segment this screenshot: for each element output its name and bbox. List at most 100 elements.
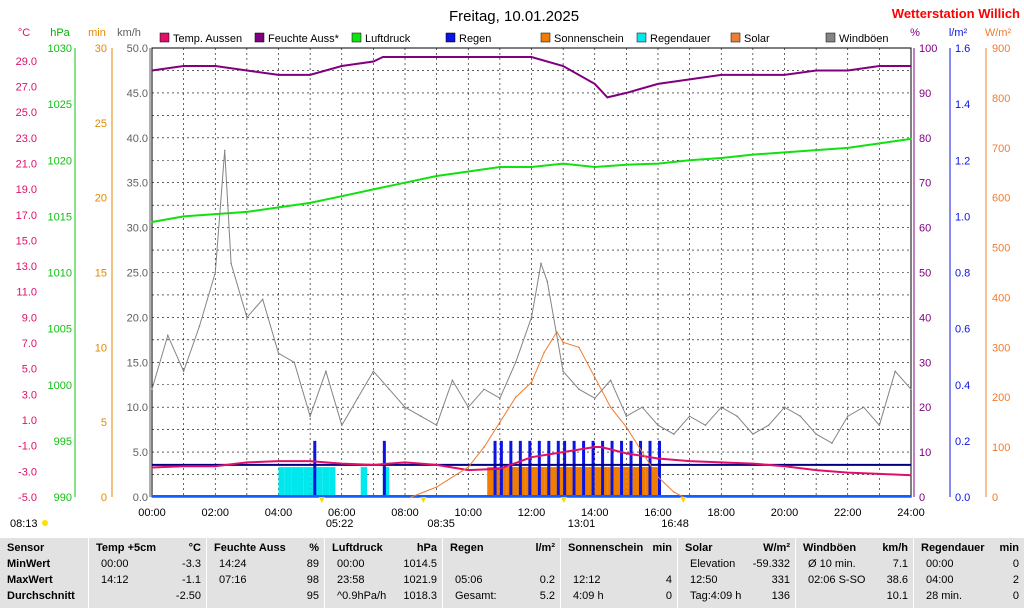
- stats-column-unit: %: [309, 542, 319, 554]
- data-point: [214, 271, 217, 274]
- wind-tick-label: 45.0: [127, 88, 148, 100]
- pressure-tick-label: 1030: [48, 43, 72, 55]
- stats-cell-value: 38.6: [886, 574, 908, 586]
- wind-tick-label: 40.0: [127, 133, 148, 145]
- data-point: [688, 159, 691, 162]
- humidity-tick-label: 60: [919, 223, 931, 235]
- rain-tick-label: 1.0: [955, 211, 970, 223]
- data-point: [783, 465, 786, 468]
- data-point: [151, 388, 153, 391]
- line-series: [151, 56, 912, 498]
- stats-cell-time: 00:00: [101, 558, 129, 570]
- temp-tick-label: 1.0: [22, 415, 37, 427]
- data-point: [151, 221, 153, 223]
- y-axes: 29.0 27.0 25.0 23.0 21.0 19.0 17.0 15.0 13.0 11.0…: [16, 43, 1011, 504]
- x-axis: 00:00 02:00 04:00 06:00 08:00 10:00 12:00 14:00…: [138, 507, 925, 519]
- pressure-tick-label: 1020: [48, 155, 72, 167]
- statistics-panel: Sensor MinWert MaxWert Durchschnitt Temp +5c…: [0, 538, 1024, 608]
- data-point: [530, 316, 533, 319]
- stats-cell-time: 28 min.: [926, 590, 963, 602]
- data-point: [783, 151, 786, 154]
- stats-column: Regendauer min 00:00 0 04:00 2 28 min. 0: [913, 538, 1024, 608]
- data-point: [815, 433, 817, 435]
- data-point: [214, 213, 217, 215]
- data-point: [277, 74, 280, 76]
- humidity-tick-label: 90: [919, 88, 931, 100]
- station-name: Wetterstation Willich: [892, 6, 1020, 21]
- data-point: [910, 65, 912, 67]
- humidity-tick-label: 0: [919, 492, 925, 504]
- pressure-tick-label: 1000: [48, 380, 72, 392]
- data-point: [514, 396, 517, 399]
- data-point: [609, 379, 612, 382]
- data-point: [530, 166, 533, 168]
- stats-cell-time: 00:00: [337, 558, 365, 570]
- stats-cell-value: 136: [771, 590, 790, 602]
- legend-label: Feuchte Auss*: [268, 33, 340, 45]
- data-point: [783, 74, 786, 76]
- data-point: [625, 92, 628, 94]
- minutes-tick-label: 10: [95, 342, 107, 354]
- data-point: [182, 465, 185, 468]
- x-tick-label: 22:00: [834, 507, 862, 519]
- bar-regen: [658, 440, 661, 497]
- bar-regen: [620, 440, 624, 497]
- legend-swatch: [730, 32, 741, 43]
- stats-column: Sonnenschein min 12:12 4 4:09 h 0: [560, 538, 678, 608]
- data-point: [340, 195, 343, 197]
- data-point: [151, 69, 153, 72]
- solar-tick-label: 0: [992, 492, 998, 504]
- data-point: [530, 456, 533, 459]
- data-point: [451, 379, 454, 382]
- data-point: [435, 424, 438, 426]
- data-point: [910, 138, 912, 140]
- stats-column-title: Luftdruck: [332, 542, 383, 554]
- data-point: [167, 334, 169, 337]
- humidity-tick-label: 50: [919, 268, 931, 280]
- stats-cell-time: 04:00: [926, 574, 954, 586]
- data-point: [151, 466, 153, 469]
- stats-cell-time: Elevation: [690, 558, 736, 570]
- bar-sonnenschein: [613, 467, 621, 497]
- bar-regen: [601, 440, 605, 497]
- data-point: [720, 74, 723, 76]
- data-point: [831, 442, 833, 444]
- data-point: [799, 415, 802, 417]
- sun-event-marker: [420, 497, 427, 503]
- data-point: [540, 262, 542, 265]
- rain-unit-label: l/m²: [949, 27, 968, 39]
- data-point: [420, 415, 422, 417]
- stats-cell-time: 23:58: [337, 574, 365, 586]
- data-point: [878, 473, 881, 475]
- sun-event-marker: [560, 497, 567, 503]
- legend-label: Windböen: [839, 33, 889, 45]
- data-point: [752, 74, 754, 76]
- humidity-tick-label: 30: [919, 357, 931, 369]
- data-point: [467, 170, 470, 173]
- data-point: [752, 153, 754, 156]
- stats-column: Regen l/m² 05:06 0.2 Gesamt: 5.2: [442, 538, 561, 608]
- data-point: [815, 69, 817, 72]
- bar-regen: [591, 440, 595, 497]
- pressure-unit-label: hPa: [50, 27, 70, 39]
- data-point: [293, 361, 296, 364]
- stats-cell-value: 98: [306, 574, 319, 586]
- x-tick-label: 04:00: [265, 507, 293, 519]
- stats-cell-time: 00:00: [926, 558, 954, 570]
- data-point: [404, 181, 406, 184]
- data-point: [182, 215, 185, 218]
- data-point: [372, 370, 375, 373]
- data-point: [600, 446, 602, 448]
- sunrise-icon: [42, 520, 48, 526]
- solar-tick-label: 300: [992, 342, 1010, 354]
- data-point: [404, 461, 406, 464]
- stats-column-unit: °C: [188, 542, 201, 554]
- temp-tick-label: 29.0: [16, 56, 37, 68]
- data-point: [223, 149, 226, 152]
- temp-tick-label: 9.0: [22, 312, 37, 324]
- legend-label: Sonnenschein: [554, 33, 624, 45]
- solar-tick-label: 800: [992, 93, 1010, 105]
- stats-column-title: Feuchte Auss: [214, 542, 286, 554]
- bar-sonnenschein: [632, 467, 640, 497]
- legend-swatch: [825, 32, 836, 43]
